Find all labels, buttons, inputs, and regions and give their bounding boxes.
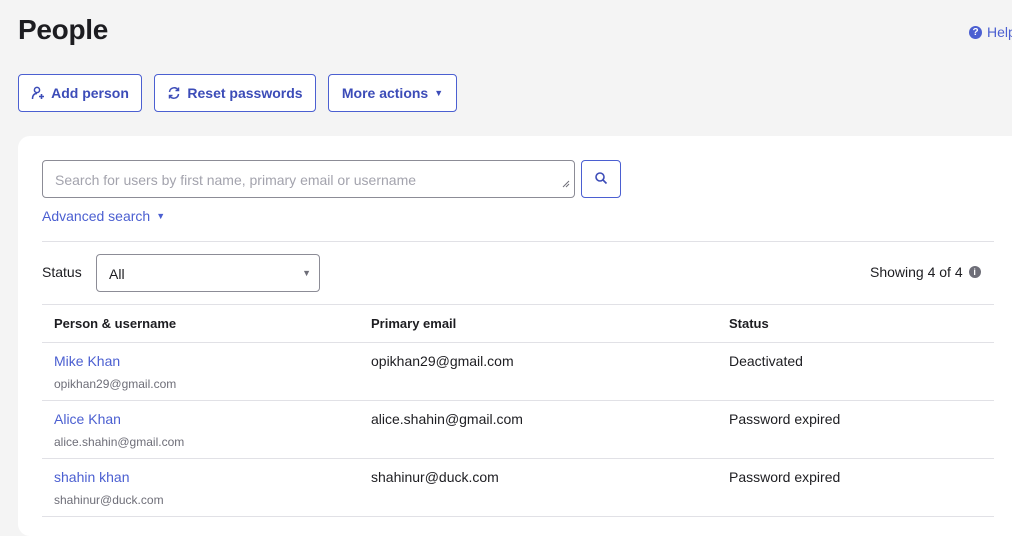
help-link[interactable]: ? Help bbox=[969, 24, 1012, 40]
caret-down-icon: ▼ bbox=[156, 211, 166, 221]
people-table: Person & username Primary email Status M… bbox=[42, 304, 994, 517]
search-icon bbox=[594, 171, 608, 188]
add-person-button[interactable]: Add person bbox=[18, 74, 142, 112]
primary-email: shahinur@duck.com bbox=[371, 469, 499, 485]
column-header-person: Person & username bbox=[54, 316, 177, 331]
showing-text: Showing 4 of 4 bbox=[870, 264, 963, 280]
person-status: Password expired bbox=[729, 469, 841, 485]
column-header-status: Status bbox=[729, 316, 769, 331]
search-placeholder: Search for users by first name, primary … bbox=[55, 172, 417, 188]
add-person-icon bbox=[31, 86, 45, 100]
status-filter-label: Status bbox=[42, 264, 82, 280]
column-header-email: Primary email bbox=[371, 316, 457, 331]
person-name-link[interactable]: Mike Khan bbox=[54, 353, 120, 369]
help-icon: ? bbox=[969, 25, 982, 39]
search-button[interactable] bbox=[581, 160, 621, 198]
select-arrow-icon: ▼ bbox=[302, 268, 311, 278]
reset-passwords-label: Reset passwords bbox=[187, 85, 303, 101]
divider bbox=[42, 241, 994, 242]
person-status: Deactivated bbox=[729, 353, 803, 369]
advanced-search-label: Advanced search bbox=[42, 208, 151, 224]
person-name-link[interactable]: Alice Khan bbox=[54, 411, 121, 427]
caret-down-icon: ▼ bbox=[434, 88, 444, 98]
more-actions-button[interactable]: More actions ▼ bbox=[328, 74, 457, 112]
person-name-link[interactable]: shahin khan bbox=[54, 469, 130, 485]
table-header: Person & username Primary email Status bbox=[42, 305, 994, 343]
person-status: Password expired bbox=[729, 411, 841, 427]
table-row: Alice Khan alice.shahin@gmail.com alice.… bbox=[42, 401, 994, 459]
primary-email: opikhan29@gmail.com bbox=[371, 353, 514, 369]
person-username: shahinur@duck.com bbox=[54, 493, 164, 507]
status-select[interactable]: All ▼ bbox=[96, 254, 320, 292]
table-row: Mike Khan opikhan29@gmail.com opikhan29@… bbox=[42, 343, 994, 401]
info-icon[interactable]: i bbox=[968, 266, 981, 278]
table-row: shahin khan shahinur@duck.com shahinur@d… bbox=[42, 459, 994, 517]
result-count: Showing 4 of 4 i bbox=[870, 264, 981, 280]
person-username: alice.shahin@gmail.com bbox=[54, 435, 185, 449]
page-title: People bbox=[18, 14, 109, 45]
search-input[interactable]: Search for users by first name, primary … bbox=[42, 160, 575, 198]
more-actions-label: More actions bbox=[341, 85, 429, 101]
reset-passwords-button[interactable]: Reset passwords bbox=[154, 74, 316, 112]
person-username: opikhan29@gmail.com bbox=[54, 377, 177, 391]
advanced-search-link[interactable]: Advanced search ▼ bbox=[42, 208, 165, 224]
people-card: Search for users by first name, primary … bbox=[18, 136, 1012, 536]
status-select-value: All bbox=[109, 266, 125, 282]
primary-email: alice.shahin@gmail.com bbox=[371, 411, 523, 427]
resize-grip-icon[interactable] bbox=[562, 175, 570, 193]
help-label: Help bbox=[987, 24, 1012, 40]
add-person-label: Add person bbox=[51, 85, 129, 101]
refresh-icon bbox=[167, 86, 181, 100]
